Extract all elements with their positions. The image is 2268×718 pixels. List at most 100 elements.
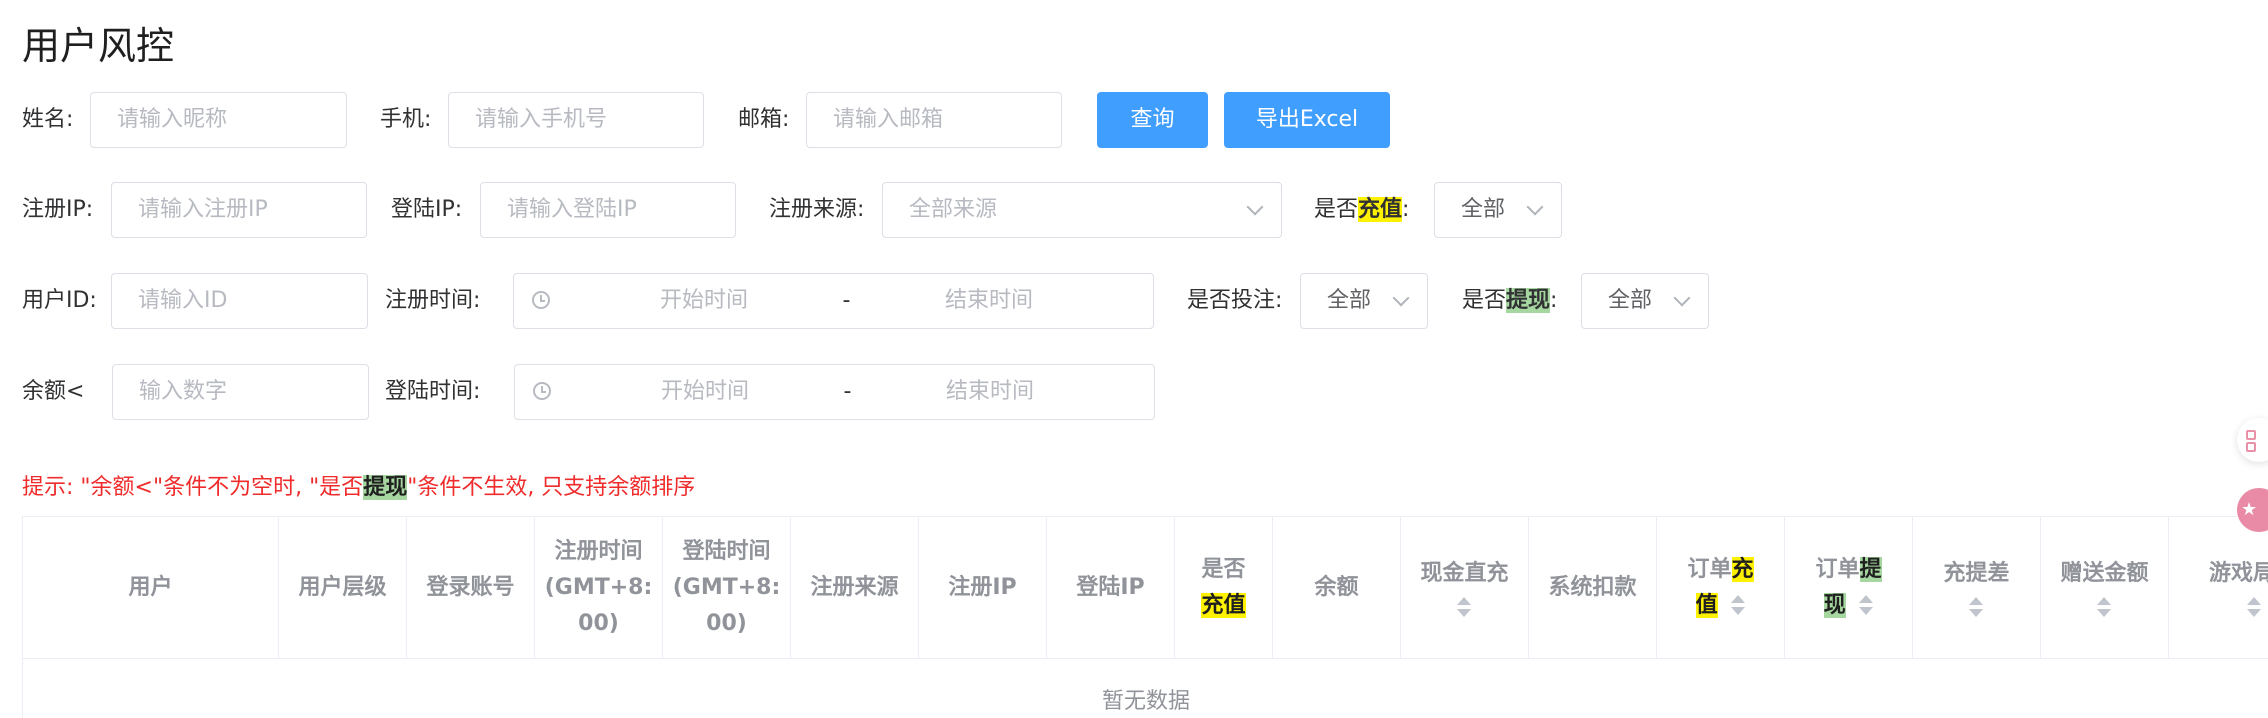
export-excel-button[interactable]: 导出Excel (1224, 92, 1390, 148)
sort-icon[interactable] (1731, 594, 1746, 618)
sort-icon[interactable] (2097, 596, 2112, 620)
column-header-user-level: 用户层级 (279, 517, 407, 659)
sort-icon[interactable] (1969, 596, 1984, 620)
column-header-order-recharge[interactable]: 订单充 值 (1657, 517, 1785, 659)
login-ip-input[interactable]: 请输入登陆IP (480, 182, 736, 238)
column-label: 赠送金额 (2060, 560, 2149, 586)
column-label-line3: 00) (578, 610, 619, 636)
recharge-label-suffix: : (1402, 197, 1410, 222)
clock-icon (532, 291, 550, 309)
column-header-game-rounds[interactable]: 游戏局数 (2169, 517, 2268, 659)
column-label-highlight: 提 (1859, 556, 1882, 582)
column-header-user: 用户 (23, 517, 279, 659)
column-label: 注册来源 (810, 574, 899, 600)
hint-part2: "条件不生效, 只支持余额排序 (407, 475, 696, 500)
chevron-down-icon (1526, 198, 1544, 216)
register-time-end[interactable]: 结束时间 (874, 274, 1104, 328)
page: 用户风控 姓名: 请输入昵称 手机: 请输入手机号 邮箱: 请输入邮箱 查询 导… (0, 0, 2268, 718)
withdraw-label-suffix: : (1550, 288, 1558, 313)
login-time-separator: - (843, 379, 852, 404)
withdraw-select[interactable]: 全部 (1581, 273, 1709, 329)
column-header-balance: 余额 (1273, 517, 1401, 659)
column-label: 余额 (1314, 574, 1359, 600)
column-label: 登录账号 (426, 574, 515, 600)
empty-state: 暂无数据 (1101, 689, 1190, 714)
column-header-recharge-withdraw-diff[interactable]: 充提差 (1913, 517, 2041, 659)
name-input[interactable]: 请输入昵称 (90, 92, 347, 148)
hint-highlight: 提现 (363, 475, 408, 500)
column-label: 现金直充 (1420, 560, 1509, 586)
chevron-down-icon (1673, 289, 1691, 307)
register-time-separator: - (842, 288, 851, 313)
balance-label: 余额< (22, 379, 85, 404)
register-time-range[interactable]: 开始时间 - 结束时间 (513, 273, 1154, 329)
column-label-highlight: 充 (1731, 556, 1754, 582)
register-source-label: 注册来源: (769, 197, 865, 222)
column-label-highlight: 现 (1823, 592, 1846, 618)
recharge-select-value: 全部 (1461, 197, 1506, 222)
column-label: 充提差 (1943, 560, 2010, 586)
column-header-recharge: 是否 充值 (1175, 517, 1273, 659)
user-id-label: 用户ID: (22, 288, 97, 313)
column-header-cash-recharge[interactable]: 现金直充 (1401, 517, 1529, 659)
register-ip-input[interactable]: 请输入注册IP (111, 182, 367, 238)
login-ip-label: 登陆IP: (391, 197, 463, 222)
column-header-gift-amount[interactable]: 赠送金额 (2041, 517, 2169, 659)
apps-icon[interactable] (2237, 418, 2268, 462)
page-title: 用户风控 (22, 24, 175, 68)
user-id-input[interactable]: 请输入ID (111, 273, 368, 329)
login-time-range[interactable]: 开始时间 - 结束时间 (514, 364, 1155, 420)
phone-label: 手机: (380, 107, 432, 132)
balance-input[interactable]: 输入数字 (112, 364, 369, 420)
login-time-label: 登陆时间: (385, 379, 481, 404)
column-label-highlight: 充值 (1201, 592, 1246, 618)
column-label: 游戏局数 (2209, 560, 2268, 586)
withdraw-label: 是否提现: (1462, 273, 1557, 329)
column-label-line1: 是否 (1201, 556, 1246, 582)
column-header-system-deduction: 系统扣款 (1529, 517, 1657, 659)
email-label: 邮箱: (738, 107, 790, 132)
login-time-start[interactable]: 开始时间 (590, 365, 820, 419)
withdraw-label-prefix: 是否 (1462, 288, 1507, 313)
column-header-login-ip: 登陆IP (1047, 517, 1175, 659)
column-header-login-time: 登陆时间 (GMT+8: 00) (663, 517, 791, 659)
chevron-down-icon (1392, 289, 1410, 307)
column-label: 注册IP (948, 574, 1017, 600)
register-time-start[interactable]: 开始时间 (589, 274, 819, 328)
column-label-prefix: 订单 (1687, 556, 1732, 582)
column-label-line1: 登陆时间 (682, 538, 771, 564)
recharge-label-highlight: 充值 (1358, 197, 1403, 222)
login-time-end[interactable]: 结束时间 (875, 365, 1105, 419)
sort-icon[interactable] (1457, 596, 1472, 620)
register-source-placeholder: 全部来源 (909, 197, 998, 222)
bet-label: 是否投注: (1187, 288, 1283, 313)
recharge-select[interactable]: 全部 (1434, 182, 1562, 238)
recharge-label: 是否充值: (1314, 182, 1409, 238)
sort-icon[interactable] (2247, 596, 2261, 620)
column-label: 用户 (128, 574, 173, 600)
email-input[interactable]: 请输入邮箱 (806, 92, 1062, 148)
sort-icon[interactable] (1859, 594, 1874, 618)
column-label: 用户层级 (298, 574, 387, 600)
column-label-highlight: 值 (1695, 592, 1718, 618)
register-time-label: 注册时间: (385, 288, 481, 313)
column-label: 系统扣款 (1548, 574, 1637, 600)
phone-input[interactable]: 请输入手机号 (448, 92, 704, 148)
column-label-prefix: 订单 (1815, 556, 1860, 582)
hint-text: 提示: "余额<"条件不为空时, "是否提现"条件不生效, 只支持余额排序 (22, 470, 695, 506)
query-button[interactable]: 查询 (1097, 92, 1208, 148)
column-header-register-source: 注册来源 (791, 517, 919, 659)
hint-part1: 提示: "余额<"条件不为空时, "是否 (22, 475, 364, 500)
register-source-select[interactable]: 全部来源 (882, 182, 1282, 238)
column-label-line2: (GMT+8: (672, 574, 781, 600)
recharge-label-prefix: 是否 (1314, 197, 1359, 222)
column-header-order-withdraw[interactable]: 订单提 现 (1785, 517, 1913, 659)
column-header-login-account: 登录账号 (407, 517, 535, 659)
user-table: 用户 用户层级 登录账号 注册时间 (GMT+8: 00) 登陆时间 (GMT+… (22, 516, 2268, 718)
column-label-line2: (GMT+8: (544, 574, 653, 600)
register-ip-label: 注册IP: (22, 197, 94, 222)
chevron-down-icon (1246, 198, 1264, 216)
bet-select[interactable]: 全部 (1300, 273, 1428, 329)
column-header-register-time: 注册时间 (GMT+8: 00) (535, 517, 663, 659)
clock-icon (533, 382, 551, 400)
